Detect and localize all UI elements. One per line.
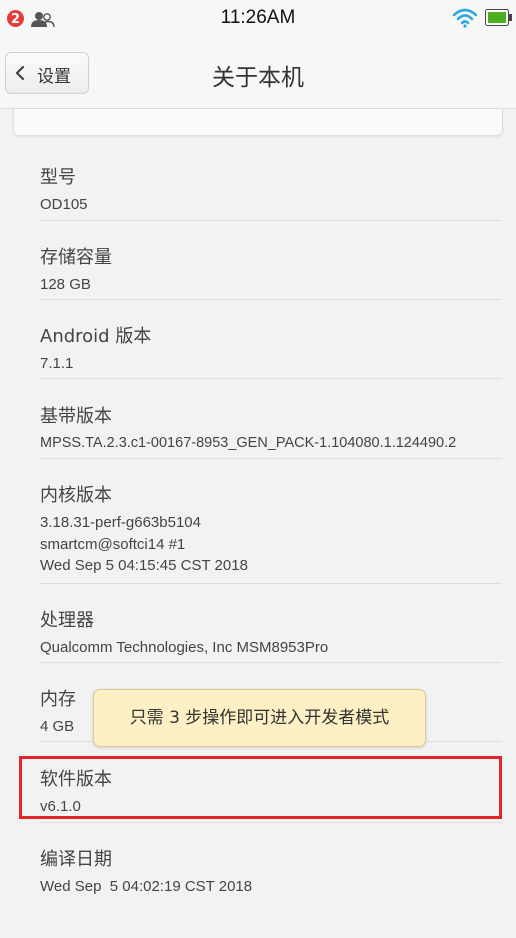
previous-card-edge bbox=[13, 109, 503, 136]
page-title: 关于本机 bbox=[212, 65, 304, 91]
android-version-label: Android 版本 bbox=[40, 326, 152, 347]
battery-icon bbox=[485, 9, 512, 26]
kernel-version-label: 内核版本 bbox=[40, 485, 112, 506]
status-bar: 2 11:26AM bbox=[0, 0, 516, 38]
divider bbox=[40, 220, 502, 221]
divider bbox=[40, 822, 502, 823]
processor-label: 处理器 bbox=[40, 610, 94, 631]
developer-mode-toast: 只需 3 步操作即可进入开发者模式 bbox=[93, 689, 426, 747]
app-header: 设置 关于本机 bbox=[0, 38, 516, 109]
baseband-version-value: MPSS.TA.2.3.c1-00167-8953_GEN_PACK-1.104… bbox=[40, 435, 457, 451]
memory-label: 内存 bbox=[40, 689, 76, 710]
wifi-icon bbox=[453, 8, 477, 28]
divider bbox=[40, 583, 502, 584]
build-date-label: 编译日期 bbox=[40, 849, 112, 870]
model-label: 型号 bbox=[40, 167, 76, 188]
divider bbox=[40, 662, 502, 663]
android-version-value: 7.1.1 bbox=[40, 355, 74, 372]
status-time: 11:26AM bbox=[220, 7, 296, 28]
baseband-version-label: 基带版本 bbox=[40, 406, 112, 427]
model-value: OD105 bbox=[40, 196, 88, 213]
processor-value: Qualcomm Technologies, Inc MSM8953Pro bbox=[40, 639, 329, 656]
memory-value: 4 GB bbox=[40, 718, 75, 735]
divider bbox=[40, 458, 502, 459]
build-date-value: Wed Sep 5 04:02:19 CST 2018 bbox=[40, 878, 253, 895]
divider bbox=[40, 378, 502, 379]
storage-value: 128 GB bbox=[40, 276, 91, 293]
storage-label: 存储容量 bbox=[40, 247, 112, 268]
divider bbox=[40, 299, 502, 300]
kernel-version-value: 3.18.31-perf-g663b5104 smartcm@softci14 … bbox=[40, 514, 248, 574]
software-version-highlight bbox=[19, 756, 502, 819]
